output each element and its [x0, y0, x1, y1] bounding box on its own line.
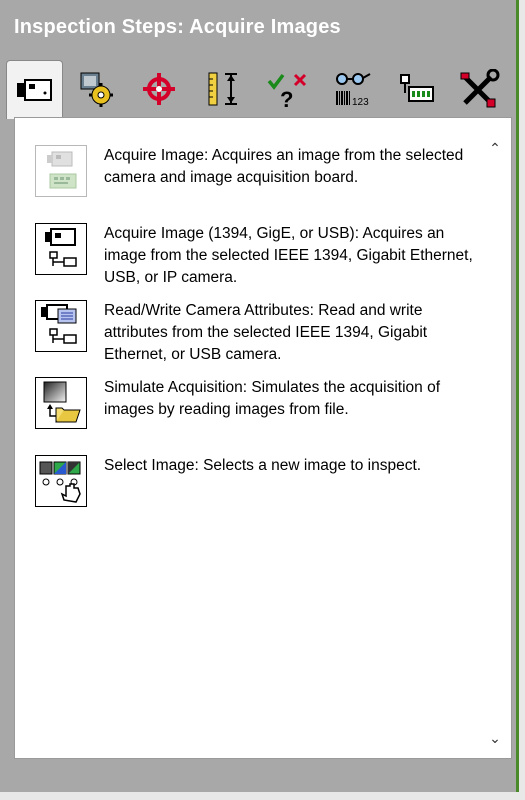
tools-icon [460, 69, 500, 108]
io-module-icon [400, 74, 434, 102]
list-item-description: Acquire Image (1394, GigE, or USB): Acqu… [104, 225, 473, 286]
gear-image-icon [80, 72, 113, 107]
select-image-hand-icon [35, 455, 87, 507]
tab-acquire-images[interactable] [6, 60, 63, 119]
camera-attributes-icon [35, 300, 87, 352]
tab-locate-features[interactable] [136, 64, 182, 114]
tab-bar: ? 123 [0, 60, 517, 119]
list-item-description: Select Image: Selects a new image to ins… [104, 457, 422, 474]
check-question-icon: ? [267, 73, 307, 109]
list-item-description: Simulate Acquisition: Simulates the acqu… [104, 379, 441, 418]
barcode-glasses-icon: 123 [336, 73, 371, 108]
tab-processing-functions[interactable] [72, 64, 118, 114]
acquire-board-icon [35, 145, 87, 197]
tab-machine-vision[interactable] [456, 64, 502, 114]
caliper-icon [208, 72, 237, 106]
list-item-description: Acquire Image: Acquires an image from th… [104, 147, 464, 186]
tab-identify-parts[interactable]: 123 [330, 64, 376, 114]
inspection-steps-window: Inspection Steps: Acquire Images ? 123 A… [0, 0, 517, 792]
scroll-up-button[interactable]: ⌃ [487, 140, 503, 156]
folder-image-icon [35, 377, 87, 429]
window-edge-stripe [516, 0, 519, 800]
list-item-description: Read/Write Camera Attributes: Read and w… [104, 302, 428, 363]
camera-icon [16, 79, 52, 101]
svg-text:?: ? [280, 87, 293, 109]
steps-list-panel: Acquire Image: Acquires an image from th… [14, 117, 512, 759]
svg-text:123: 123 [352, 97, 369, 108]
window-bottom-edge [0, 792, 525, 800]
tab-measure-features[interactable] [200, 64, 246, 114]
scroll-down-button[interactable]: ⌄ [487, 730, 503, 746]
tab-use-additional-tools[interactable] [394, 64, 440, 114]
tab-check-for-presence[interactable]: ? [264, 64, 310, 114]
window-title: Inspection Steps: Acquire Images [14, 16, 341, 38]
acquire-camera-network-icon [35, 223, 87, 275]
crosshair-icon [143, 73, 175, 105]
